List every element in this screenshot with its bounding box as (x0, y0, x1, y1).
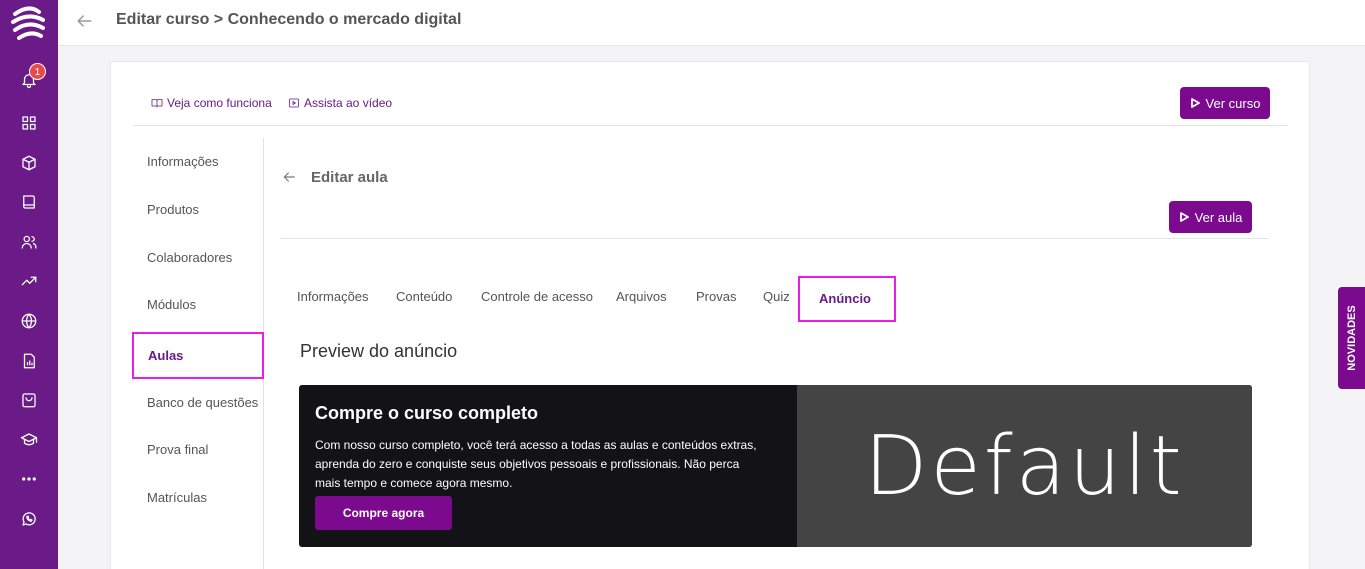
ad-preview: Compre o curso completo Com nosso curso … (299, 385, 1252, 547)
lesson-divider (281, 238, 1269, 239)
watch-video-link[interactable]: Assista ao vídeo (288, 96, 392, 110)
top-bar: Editar curso > Conhecendo o mercado digi… (58, 0, 1365, 46)
notification-badge: 1 (29, 63, 46, 80)
lesson-back-arrow-icon[interactable] (281, 169, 299, 187)
preview-title: Preview do anúncio (300, 341, 458, 361)
tab-provas[interactable]: Provas (696, 289, 736, 304)
app-logo[interactable] (9, 4, 49, 44)
menu-item-colaboradores[interactable]: Colaboradores (147, 250, 232, 265)
trending-icon[interactable] (19, 271, 39, 291)
menu-item-produtos[interactable]: Produtos (147, 202, 199, 217)
dashboard-icon[interactable] (19, 113, 39, 133)
divider (133, 125, 1288, 126)
book-icon[interactable] (19, 192, 39, 212)
bag-icon[interactable] (19, 390, 39, 410)
menu-item-aulas[interactable]: Aulas (132, 332, 264, 379)
more-icon[interactable] (19, 469, 39, 489)
novidades-label: NOVIDADES (1345, 305, 1358, 371)
menu-item-aulas-label: Aulas (148, 348, 184, 363)
menu-item-modulos[interactable]: Módulos (147, 297, 196, 312)
lesson-title: Editar aula (311, 169, 388, 186)
watch-video-label: Assista ao vídeo (304, 96, 393, 110)
menu-item-informacoes[interactable]: Informações (147, 154, 219, 169)
play-icon (1179, 212, 1189, 222)
menu-item-banco-de-questoes[interactable]: Banco de questões (147, 395, 258, 410)
ad-title: Compre o curso completo (315, 403, 539, 423)
ad-description: Com nosso curso completo, você terá aces… (315, 438, 757, 490)
ad-image: Default (797, 385, 1252, 547)
tab-arquivos[interactable]: Arquivos (616, 289, 667, 304)
menu-item-prova-final[interactable]: Prova final (147, 442, 208, 457)
tab-quiz[interactable]: Quiz (763, 289, 790, 304)
buy-now-button[interactable]: Compre agora (315, 496, 452, 530)
tab-conteudo[interactable]: Conteúdo (396, 289, 452, 304)
menu-item-matriculas[interactable]: Matrículas (147, 490, 207, 505)
ad-image-text: Default (864, 418, 1185, 514)
view-course-button[interactable]: Ver curso (1180, 87, 1270, 119)
globe-icon[interactable] (19, 311, 39, 331)
tab-informacoes[interactable]: Informações (297, 289, 369, 304)
graduation-icon[interactable] (19, 430, 39, 450)
tab-controle-de-acesso[interactable]: Controle de acesso (481, 289, 593, 304)
book-open-icon (151, 99, 163, 108)
page-title: Editar curso > Conhecendo o mercado digi… (116, 11, 462, 28)
how-it-works-link[interactable]: Veja como funciona (151, 96, 272, 110)
view-lesson-label: Ver aula (1194, 209, 1243, 225)
users-icon[interactable] (19, 232, 39, 252)
course-editor-card: Veja como funciona Assista ao vídeo Ver … (110, 61, 1310, 569)
sidebar: 1 (0, 0, 58, 569)
back-arrow-icon[interactable] (74, 11, 96, 33)
novidades-tab[interactable]: NOVIDADES (1338, 287, 1365, 389)
box-icon[interactable] (19, 153, 39, 173)
tab-anuncio[interactable]: Anúncio (798, 276, 896, 322)
play-icon (1190, 98, 1200, 108)
video-icon (289, 98, 299, 108)
report-icon[interactable] (19, 351, 39, 371)
how-it-works-label: Veja como funciona (167, 96, 272, 110)
view-course-label: Ver curso (1205, 95, 1261, 111)
whatsapp-icon[interactable] (19, 509, 39, 529)
view-lesson-button[interactable]: Ver aula (1169, 201, 1252, 233)
tab-anuncio-label: Anúncio (819, 291, 871, 306)
